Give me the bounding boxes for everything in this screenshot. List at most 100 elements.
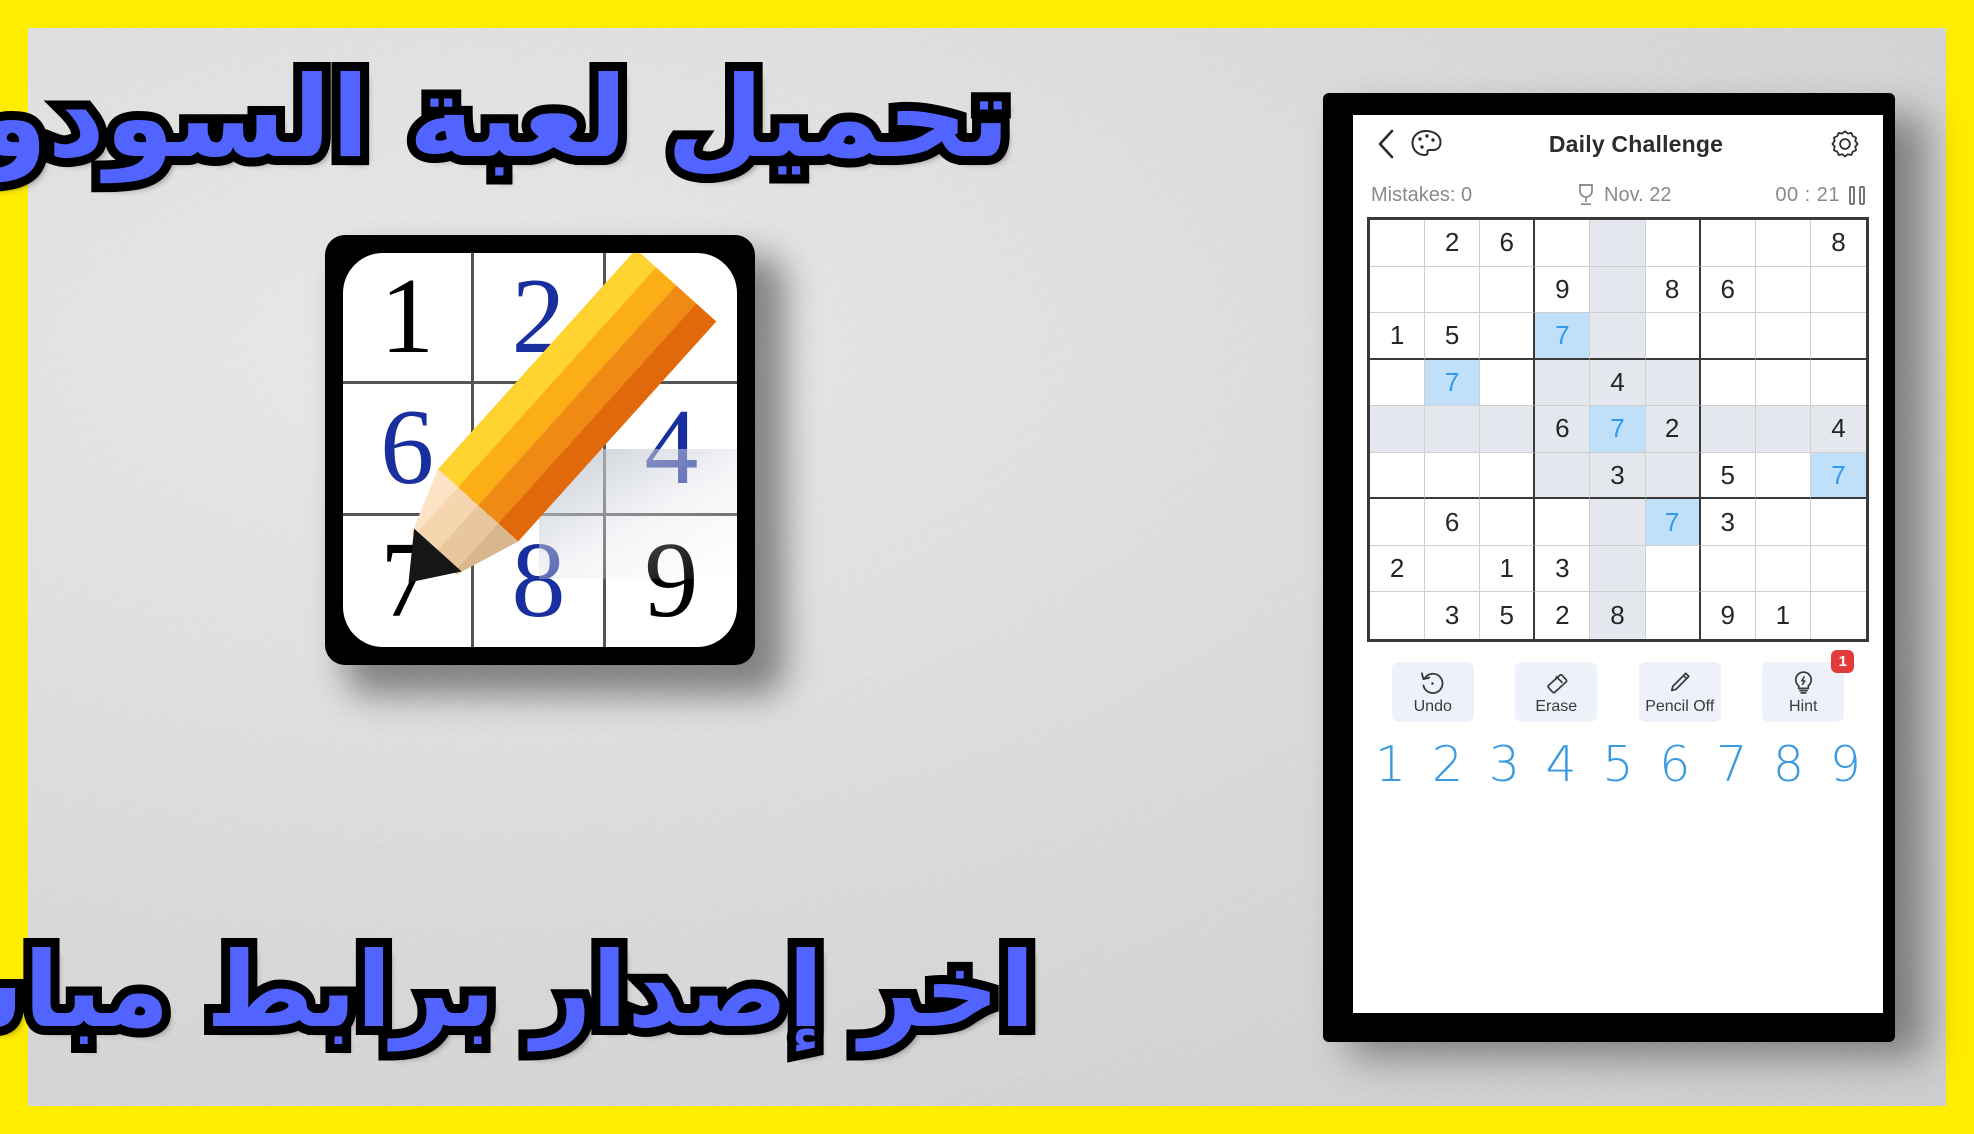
sudoku-cell[interactable]: 8 bbox=[1810, 220, 1866, 267]
numpad-key-3[interactable]: 3 bbox=[1489, 740, 1520, 789]
sudoku-cell[interactable] bbox=[1480, 313, 1536, 360]
sudoku-cell[interactable] bbox=[1535, 499, 1591, 546]
sudoku-cell[interactable] bbox=[1370, 359, 1426, 407]
sudoku-cell[interactable] bbox=[1755, 452, 1811, 500]
sudoku-cell[interactable] bbox=[1480, 266, 1536, 314]
sudoku-cell[interactable] bbox=[1700, 313, 1756, 360]
sudoku-cell[interactable] bbox=[1755, 499, 1811, 546]
pencil-toggle-button[interactable]: Pencil Off bbox=[1638, 662, 1721, 722]
sudoku-cell[interactable]: 6 bbox=[1535, 406, 1591, 453]
numpad-key-8[interactable]: 8 bbox=[1773, 740, 1804, 789]
sudoku-board[interactable]: 2 6 8 9 8 6 1 5 7 7 4 6 7 2 4 3 5 7 6 7 3 2 1 3 3 5 2 8 9 1 bbox=[1367, 217, 1869, 642]
sudoku-cell[interactable] bbox=[1645, 220, 1701, 267]
sudoku-cell[interactable] bbox=[1810, 545, 1866, 593]
sudoku-cell[interactable] bbox=[1590, 266, 1646, 314]
sudoku-cell[interactable] bbox=[1480, 406, 1536, 453]
sudoku-cell[interactable]: 7 bbox=[1425, 359, 1481, 407]
sudoku-cell[interactable]: 7 bbox=[1645, 499, 1701, 546]
numpad-key-4[interactable]: 4 bbox=[1546, 740, 1577, 789]
sudoku-cell[interactable] bbox=[1645, 359, 1701, 407]
sudoku-cell[interactable]: 4 bbox=[1590, 359, 1646, 407]
sudoku-cell[interactable] bbox=[1480, 452, 1536, 500]
numpad-key-5[interactable]: 5 bbox=[1602, 740, 1633, 789]
sudoku-cell[interactable] bbox=[1700, 220, 1756, 267]
sudoku-cell[interactable] bbox=[1370, 452, 1426, 500]
sudoku-cell[interactable]: 8 bbox=[1645, 266, 1701, 314]
sudoku-cell[interactable] bbox=[1425, 452, 1481, 500]
sudoku-cell[interactable] bbox=[1645, 452, 1701, 500]
numpad-key-1[interactable]: 1 bbox=[1375, 740, 1406, 789]
sudoku-cell[interactable]: 5 bbox=[1700, 452, 1756, 500]
theme-button[interactable] bbox=[1403, 129, 1449, 159]
sudoku-cell[interactable]: 3 bbox=[1590, 452, 1646, 500]
sudoku-cell[interactable] bbox=[1810, 359, 1866, 407]
sudoku-cell[interactable]: 6 bbox=[1480, 220, 1536, 267]
sudoku-cell[interactable]: 1 bbox=[1370, 313, 1426, 360]
sudoku-cell[interactable] bbox=[1535, 359, 1591, 407]
sudoku-cell[interactable]: 7 bbox=[1535, 313, 1591, 360]
sudoku-cell[interactable] bbox=[1645, 545, 1701, 593]
numpad-key-6[interactable]: 6 bbox=[1659, 740, 1690, 789]
sudoku-cell[interactable] bbox=[1810, 313, 1866, 360]
sudoku-cell[interactable]: 2 bbox=[1370, 545, 1426, 593]
sudoku-cell[interactable] bbox=[1535, 452, 1591, 500]
sudoku-cell[interactable]: 6 bbox=[1700, 266, 1756, 314]
sudoku-cell[interactable] bbox=[1425, 266, 1481, 314]
sudoku-cell[interactable]: 2 bbox=[1645, 406, 1701, 453]
pause-icon[interactable] bbox=[1849, 185, 1865, 205]
sudoku-cell[interactable]: 7 bbox=[1590, 406, 1646, 453]
sudoku-cell[interactable]: 8 bbox=[1590, 592, 1646, 639]
sudoku-cell[interactable] bbox=[1755, 359, 1811, 407]
sudoku-cell[interactable] bbox=[1810, 499, 1866, 546]
sudoku-cell[interactable] bbox=[1645, 592, 1701, 639]
hint-button[interactable]: 1 Hint bbox=[1762, 650, 1855, 722]
back-button[interactable] bbox=[1369, 128, 1403, 160]
sudoku-cell[interactable] bbox=[1755, 313, 1811, 360]
sudoku-cell[interactable] bbox=[1755, 220, 1811, 267]
sudoku-cell[interactable] bbox=[1370, 406, 1426, 453]
sudoku-cell[interactable]: 7 bbox=[1810, 452, 1866, 500]
sudoku-cell[interactable] bbox=[1370, 266, 1426, 314]
sudoku-cell[interactable] bbox=[1590, 499, 1646, 546]
sudoku-cell[interactable] bbox=[1590, 313, 1646, 360]
sudoku-cell[interactable] bbox=[1425, 406, 1481, 453]
numpad-key-2[interactable]: 2 bbox=[1432, 740, 1463, 789]
sudoku-cell[interactable] bbox=[1370, 220, 1426, 267]
sudoku-cell[interactable]: 3 bbox=[1425, 592, 1481, 639]
sudoku-cell[interactable] bbox=[1810, 592, 1866, 639]
sudoku-cell[interactable] bbox=[1370, 499, 1426, 546]
numpad-key-7[interactable]: 7 bbox=[1716, 740, 1747, 789]
sudoku-cell[interactable] bbox=[1755, 545, 1811, 593]
sudoku-cell[interactable] bbox=[1810, 266, 1866, 314]
settings-button[interactable] bbox=[1823, 129, 1867, 159]
sudoku-cell[interactable]: 3 bbox=[1535, 545, 1591, 593]
undo-button[interactable]: Undo bbox=[1391, 662, 1474, 722]
sudoku-cell[interactable]: 2 bbox=[1535, 592, 1591, 639]
sudoku-cell[interactable]: 3 bbox=[1700, 499, 1756, 546]
sudoku-cell[interactable] bbox=[1480, 359, 1536, 407]
sudoku-cell[interactable]: 9 bbox=[1700, 592, 1756, 639]
numpad-key-9[interactable]: 9 bbox=[1830, 740, 1861, 789]
sudoku-cell[interactable]: 1 bbox=[1755, 592, 1811, 639]
sudoku-cell[interactable] bbox=[1755, 266, 1811, 314]
sudoku-cell[interactable] bbox=[1700, 359, 1756, 407]
sudoku-cell[interactable]: 2 bbox=[1425, 220, 1481, 267]
sudoku-cell[interactable]: 4 bbox=[1810, 406, 1866, 453]
sudoku-cell[interactable] bbox=[1700, 545, 1756, 593]
sudoku-cell[interactable]: 1 bbox=[1480, 545, 1536, 593]
sudoku-cell[interactable]: 6 bbox=[1425, 499, 1481, 546]
sudoku-cell[interactable]: 9 bbox=[1535, 266, 1591, 314]
sudoku-cell[interactable] bbox=[1370, 592, 1426, 639]
sudoku-cell[interactable] bbox=[1425, 545, 1481, 593]
sudoku-cell[interactable] bbox=[1480, 499, 1536, 546]
sudoku-cell[interactable] bbox=[1645, 313, 1701, 360]
sudoku-cell[interactable] bbox=[1590, 220, 1646, 267]
sudoku-cell[interactable] bbox=[1755, 406, 1811, 453]
sudoku-cell[interactable] bbox=[1700, 406, 1756, 453]
sudoku-cell[interactable]: 5 bbox=[1480, 592, 1536, 639]
number-pad[interactable]: 123456789 bbox=[1353, 728, 1883, 789]
sudoku-cell[interactable] bbox=[1535, 220, 1591, 267]
sudoku-cell[interactable] bbox=[1590, 545, 1646, 593]
erase-button[interactable]: Erase bbox=[1515, 662, 1598, 722]
sudoku-cell[interactable]: 5 bbox=[1425, 313, 1481, 360]
